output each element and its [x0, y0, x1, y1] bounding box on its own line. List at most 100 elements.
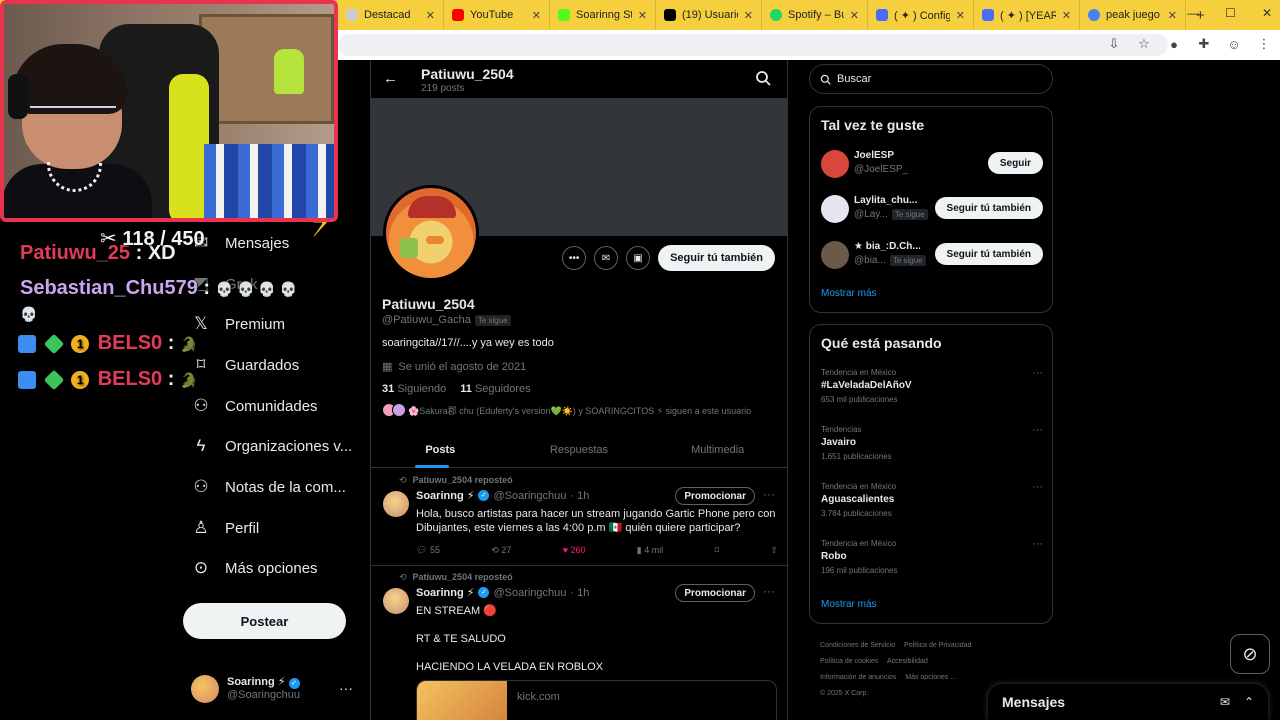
close-tab-icon[interactable]: ✕ — [426, 9, 435, 22]
tweet-text: HACIENDO LA VELADA EN ROBLOX — [416, 661, 604, 673]
browser-tab-x[interactable]: (19) Usuarios q ✕ — [656, 0, 762, 30]
show-more-link[interactable]: Mostrar más — [821, 599, 877, 610]
suggestion-item[interactable]: JoelESP @JoelESP_ Seguir — [821, 148, 1043, 180]
search-icon[interactable] — [755, 70, 771, 86]
footer-link[interactable]: Información de anuncios — [820, 674, 896, 681]
tweet-author[interactable]: Soarinng ⚡ — [416, 489, 474, 502]
trend-item[interactable]: Tendencia en México #LaVeladaDelAñoV 653… — [821, 367, 1043, 406]
follow-back-button[interactable]: Seguir tú también — [934, 243, 1043, 265]
repost-button[interactable]: ⟲ 27 — [491, 545, 511, 556]
nav-item-premium[interactable]: 𝕏 Premium — [191, 309, 285, 339]
footer-link[interactable]: Política de Privacidad — [904, 642, 971, 649]
reply-button[interactable]: 💬︎ 55 — [416, 545, 440, 556]
promote-button[interactable]: Promocionar — [675, 584, 755, 602]
like-button[interactable]: ♥ 260 — [563, 545, 586, 556]
nav-item-comunidades[interactable]: ⚇ Comunidades — [191, 391, 317, 421]
install-app-icon[interactable]: ⇩ — [1106, 36, 1122, 52]
avatar[interactable] — [383, 491, 409, 517]
close-tab-icon[interactable]: ✕ — [532, 9, 541, 22]
more-icon[interactable]: ··· — [763, 487, 775, 501]
share-icon[interactable]: ⇧ — [770, 545, 778, 556]
tab-multimedia[interactable]: Multimedia — [648, 432, 787, 467]
footer-link[interactable]: Más opciones ... — [905, 674, 956, 681]
account-switcher[interactable]: Soarinng ⚡ ✓ @Soaringchuu ··· — [191, 672, 361, 706]
close-tab-icon[interactable]: ✕ — [638, 9, 647, 22]
known-followers[interactable]: 🌸Sakura郡 chu (Edufertу's version💚☀️) y S… — [382, 403, 782, 417]
browser-tab-destacados[interactable]: Destacad ✕ — [338, 0, 444, 30]
tab-posts[interactable]: Posts — [371, 432, 510, 468]
calendar-icon: ▦ — [382, 361, 393, 373]
avatar[interactable] — [383, 588, 409, 614]
more-icon[interactable]: ··· — [339, 680, 353, 696]
followers-link[interactable]: 11 Seguidores — [460, 383, 530, 395]
promote-button[interactable]: Promocionar — [675, 487, 755, 505]
nav-item-mensajes[interactable]: ✉ Mensajes — [191, 228, 289, 258]
browser-tab-kick[interactable]: Soarinng Strea ✕ — [550, 0, 656, 30]
browser-tab-year[interactable]: ( ✦ ) [YEAR 2 ✕ — [974, 0, 1080, 30]
follow-button[interactable]: Seguir — [987, 152, 1043, 174]
browser-menu-icon[interactable]: ⋮ — [1256, 36, 1272, 52]
post-button[interactable]: Postear — [183, 603, 346, 639]
more-icon[interactable]: ··· — [1032, 367, 1043, 379]
close-tab-icon[interactable]: ✕ — [956, 9, 965, 22]
close-tab-icon[interactable]: ✕ — [1062, 9, 1071, 22]
search-input[interactable]: Buscar — [809, 64, 1053, 94]
browser-tab-spotify[interactable]: Spotify – Busca ✕ — [762, 0, 868, 30]
nav-item-mas-opciones[interactable]: ⊙ Más opciones — [191, 553, 318, 583]
follow-back-button[interactable]: Seguir tú también — [658, 245, 775, 271]
close-tab-icon[interactable]: ✕ — [744, 9, 753, 22]
tweet[interactable]: ⟲ Patiuwu_2504 reposteó Soarinng ⚡ ✓ @So… — [371, 469, 787, 566]
views-button[interactable]: ▮ 4 mil — [637, 545, 663, 556]
more-icon[interactable]: ··· — [1032, 424, 1043, 436]
nav-item-notas-comunidad[interactable]: ⚇ Notas de la com... — [191, 472, 346, 502]
nav-item-organizaciones[interactable]: ϟ Organizaciones v... — [191, 431, 353, 461]
link-card[interactable]: kick.com — [416, 680, 777, 720]
trend-item[interactable]: Tendencia en México Aguascalientes 3.784… — [821, 481, 1043, 520]
new-message-icon[interactable]: ✉ — [1220, 695, 1230, 709]
extension-icon[interactable]: ● — [1166, 37, 1182, 52]
url-field[interactable] — [338, 34, 1168, 56]
expand-icon[interactable]: ⌃ — [1244, 695, 1254, 709]
gaming-chair-stripe — [169, 74, 209, 218]
grok-button[interactable]: ⊘ — [1230, 634, 1270, 674]
tweet[interactable]: ⟲ Patiuwu_2504 reposteó Soarinng ⚡ ✓ @So… — [371, 566, 787, 720]
nav-item-guardados[interactable]: ⌑ Guardados — [191, 350, 300, 380]
suggestion-item[interactable]: Laylita_chu... @Lay... Te sigue Seguir tú… — [821, 193, 1043, 225]
show-more-link[interactable]: Mostrar más — [821, 288, 877, 299]
puzzle-icon[interactable]: ✚ — [1196, 36, 1212, 52]
profile-avatar[interactable] — [383, 185, 479, 281]
tab-respuestas[interactable]: Respuestas — [510, 432, 649, 467]
browser-tab-youtube[interactable]: YouTube ✕ — [444, 0, 550, 30]
footer-link[interactable]: Condiciones de Servicio — [820, 642, 895, 649]
footer-link[interactable]: Accesibilidad — [887, 658, 928, 665]
more-icon[interactable]: ··· — [1032, 481, 1043, 493]
tweet-author[interactable]: Soarinng ⚡ — [416, 586, 474, 599]
maximize-icon[interactable]: ☐ — [1225, 6, 1236, 20]
avatar-cup — [400, 238, 418, 258]
subscribe-button[interactable]: ▣ — [626, 246, 651, 270]
nav-item-perfil[interactable]: ♙ Perfil — [191, 513, 259, 543]
view-count: 4 mil — [644, 545, 664, 555]
profile-avatar-icon[interactable]: ☺ — [1226, 37, 1242, 52]
trend-item[interactable]: Tendencia en México Robo 196 mil publica… — [821, 538, 1043, 577]
close-tab-icon[interactable]: ✕ — [850, 9, 859, 22]
footer-link[interactable]: Política de cookies — [820, 658, 878, 665]
back-arrow-icon[interactable]: ← — [383, 70, 398, 87]
trend-item[interactable]: Tendencias Javairo 1.651 publicaciones ·… — [821, 424, 1043, 463]
following-link[interactable]: 31 Siguiendo — [382, 383, 446, 395]
bookmark-icon[interactable]: ⌑ — [715, 545, 720, 556]
badge-icon — [18, 370, 36, 389]
close-tab-icon[interactable]: ✕ — [1168, 9, 1177, 22]
browser-tab-configuracion[interactable]: ( ✦ ) Configura ✕ — [868, 0, 974, 30]
close-window-icon[interactable]: ✕ — [1262, 6, 1272, 20]
more-options-button[interactable]: ••• — [562, 246, 587, 270]
bookmark-star-icon[interactable]: ☆ — [1136, 36, 1152, 52]
messages-drawer[interactable]: Mensajes ✉ ⌃ — [988, 684, 1268, 720]
browser-tab-google[interactable]: peak juego - B ✕ — [1080, 0, 1186, 30]
more-icon[interactable]: ··· — [763, 584, 775, 598]
more-icon[interactable]: ··· — [1032, 538, 1043, 550]
message-button[interactable]: ✉ — [594, 246, 619, 270]
suggestion-item[interactable]: ★ bia_:D.Ch... @bia... Te sigue Seguir tú… — [821, 239, 1043, 271]
minimize-icon[interactable]: — — [1187, 6, 1199, 20]
follow-back-button[interactable]: Seguir tú también — [934, 197, 1043, 219]
